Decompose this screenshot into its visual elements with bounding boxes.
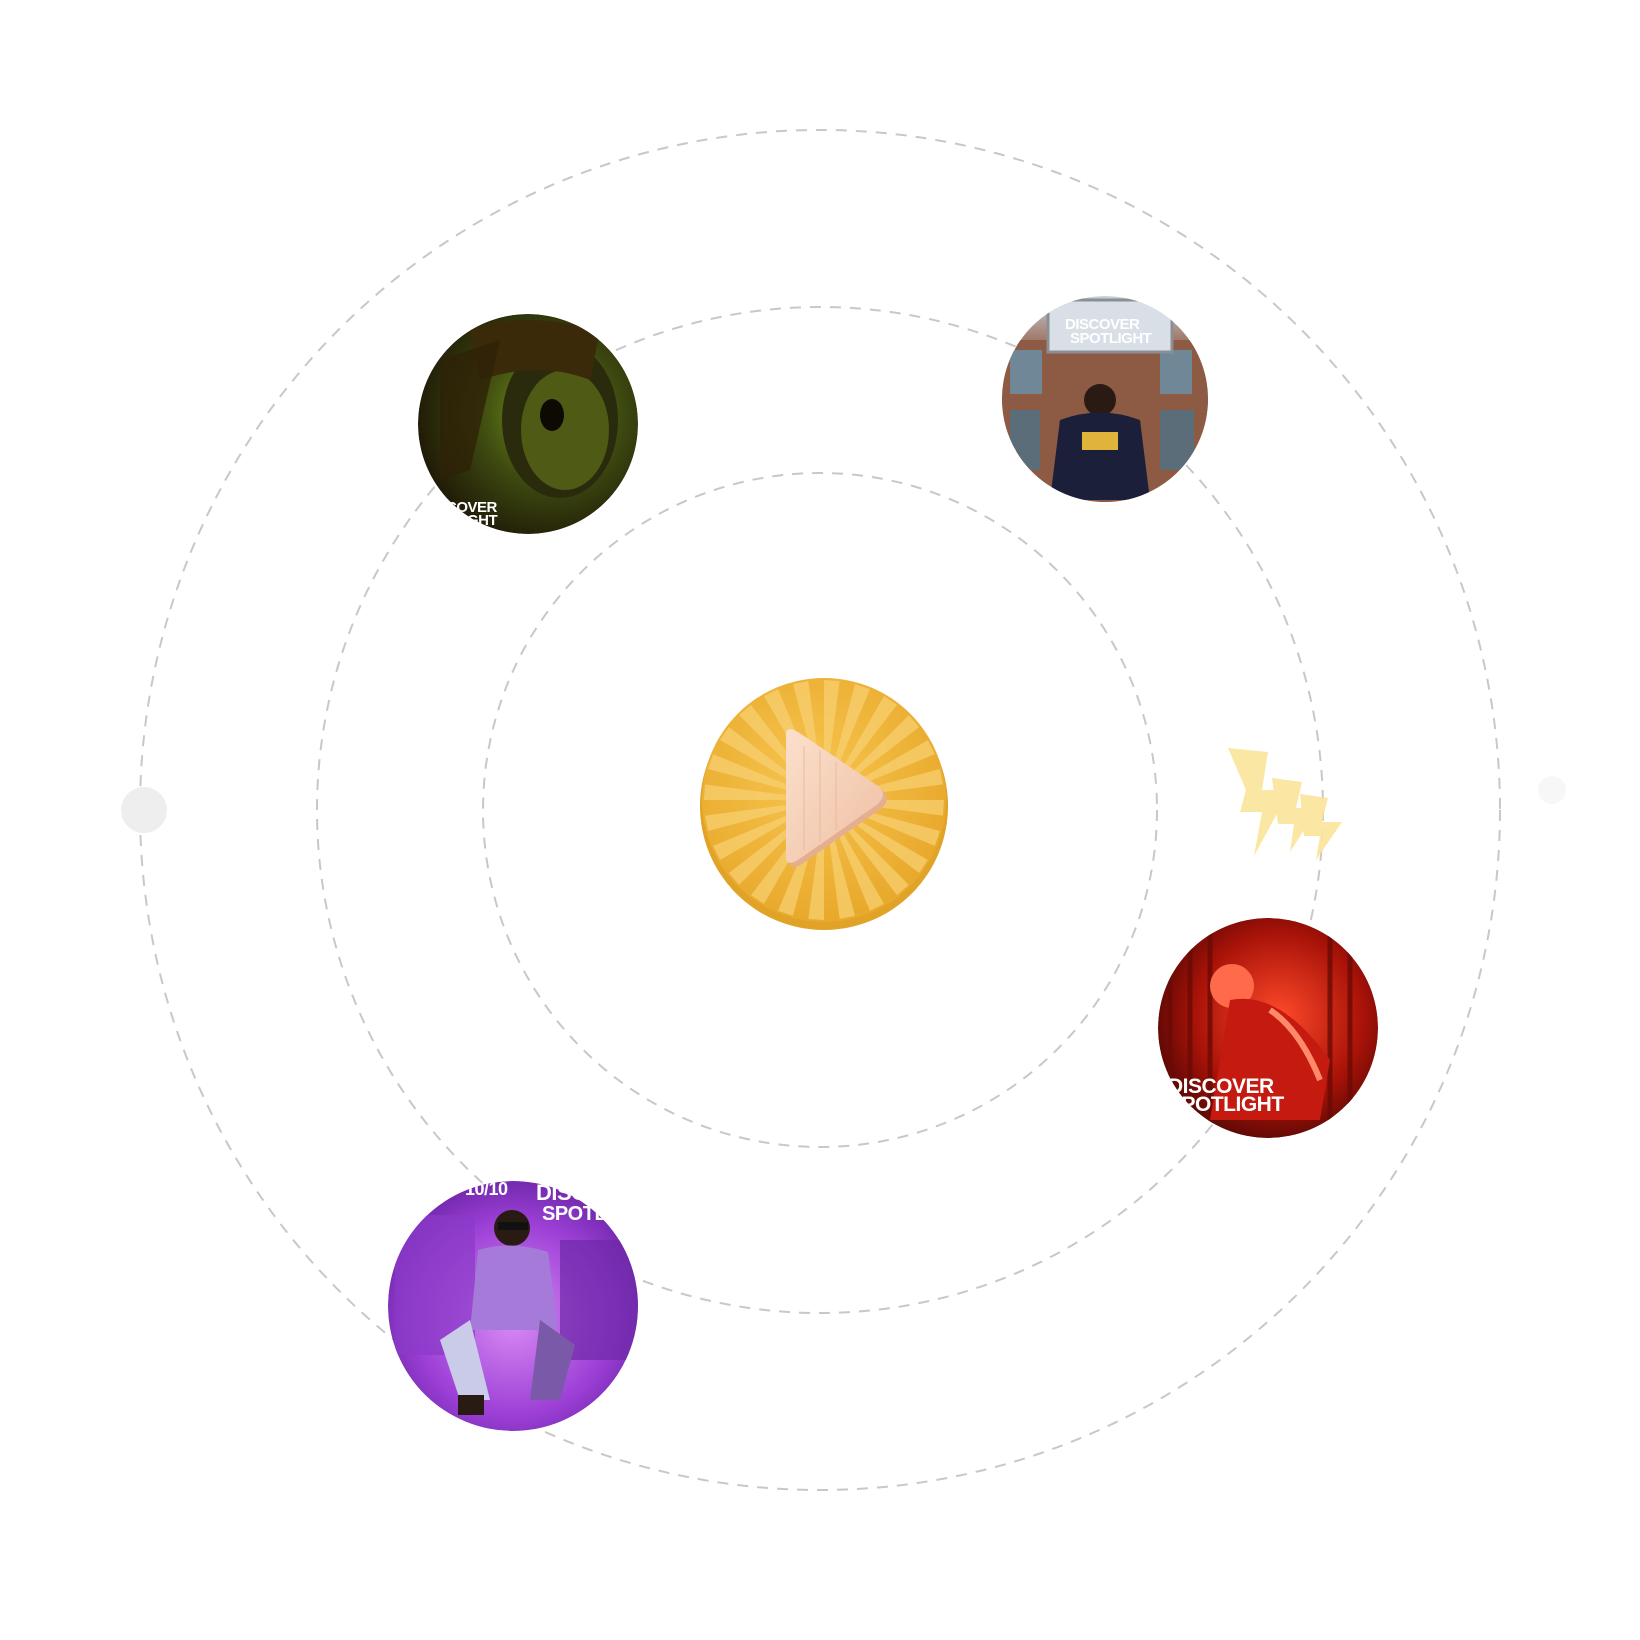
cover-red-line-2: SPOTLIGHT [1168,1093,1284,1116]
cover-building-line-2: SPOTLIGHT [1070,330,1152,347]
faint-dot [1538,776,1566,804]
artist-cover-purple[interactable]: 10/10 DISCO SPOTLI [388,1179,640,1431]
cover-purple-line-3: SPOTLI [542,1203,611,1225]
orbit-dot [121,787,167,833]
cover-green-line-2: TLIGHT [446,512,497,529]
cover-purple-line-1: 10/10 [465,1179,508,1199]
orbit-stage: COVER TLIGHT DISCOVER SPOTLIGHT DISCOVER… [121,129,1566,1491]
play-button[interactable] [700,678,948,930]
artist-cover-red[interactable]: DISCOVER SPOTLIGHT [1158,918,1378,1140]
artist-cover-building[interactable]: DISCOVER SPOTLIGHT [1000,296,1210,510]
lightning-icon [1228,748,1342,860]
artist-cover-green[interactable]: COVER TLIGHT [418,314,638,534]
cover-purple-line-2: DISCO [536,1180,604,1205]
